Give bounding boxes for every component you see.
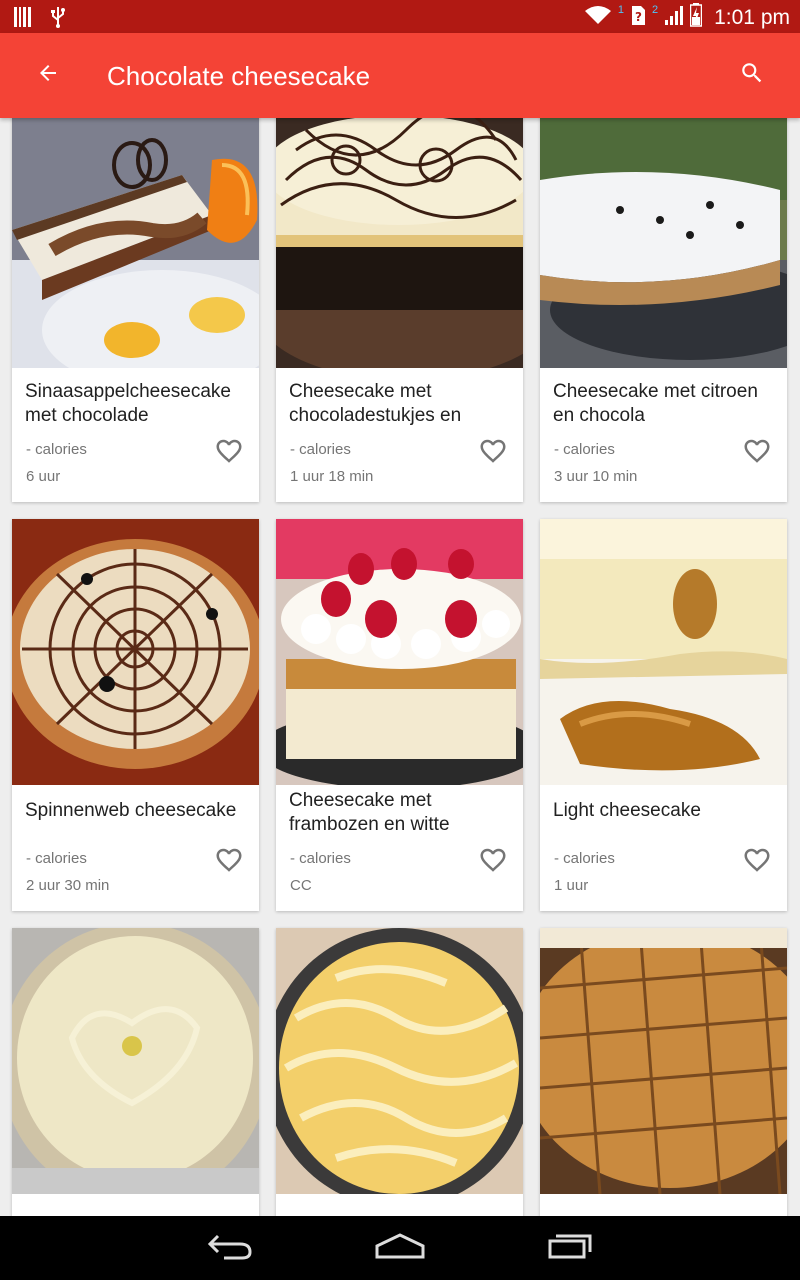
recipe-card[interactable]	[540, 928, 787, 1216]
recipe-title: Cheesecake met citroen en chocola	[553, 381, 758, 426]
recipe-title: Light cheesecake	[553, 800, 701, 821]
app-bar: Chocolate cheesecake	[0, 33, 800, 118]
recipe-time: 1 uur	[554, 877, 589, 894]
usb-icon	[50, 6, 66, 33]
recipe-calories: - calories	[26, 441, 87, 458]
nav-back-button[interactable]	[200, 1228, 260, 1268]
sim2-badge: 2	[651, 4, 659, 16]
recipe-image	[12, 928, 259, 1194]
sim-unknown-icon: ?	[630, 4, 646, 31]
heart-outline-icon	[478, 845, 508, 880]
heart-outline-icon	[214, 845, 244, 880]
svg-text:?: ?	[635, 10, 642, 24]
heart-outline-icon	[478, 436, 508, 471]
search-button[interactable]	[728, 53, 776, 97]
barcode-icon	[14, 7, 32, 32]
back-button[interactable]	[24, 55, 72, 95]
recipe-time: 2 uur 30 min	[26, 877, 110, 894]
nav-back-icon	[206, 1232, 254, 1265]
recipe-title: Cheesecake met frambozen en witte	[289, 790, 450, 835]
recipe-card[interactable]: Cheesecake met chocoladestukjes en - cal…	[276, 118, 523, 502]
recipe-card[interactable]	[276, 928, 523, 1216]
status-bar: 1 ? 2 1:01 pm	[0, 0, 800, 33]
recipe-card[interactable]: Sinaasappelcheesecake met chocolade - ca…	[12, 118, 259, 502]
recipe-card[interactable]	[12, 928, 259, 1216]
page-title: Chocolate cheesecake	[107, 61, 371, 91]
heart-outline-icon	[214, 436, 244, 471]
favorite-button[interactable]	[741, 846, 773, 878]
recipe-time: 1 uur 18 min	[290, 468, 374, 485]
recipe-calories: - calories	[290, 441, 351, 458]
recipe-card[interactable]: Light cheesecake - calories 1 uur	[540, 519, 787, 911]
search-icon	[739, 60, 765, 91]
cell-signal-icon	[664, 4, 684, 31]
recipe-title: Spinnenweb cheesecake	[25, 800, 237, 821]
heart-outline-icon	[742, 845, 772, 880]
nav-home-button[interactable]	[370, 1228, 430, 1268]
heart-outline-icon	[742, 436, 772, 471]
favorite-button[interactable]	[477, 437, 509, 469]
recipe-card[interactable]: Spinnenweb cheesecake - calories 2 uur 3…	[12, 519, 259, 911]
battery-charging-icon	[689, 3, 703, 32]
recipe-image	[276, 118, 523, 368]
recipe-time: 6 uur	[26, 468, 61, 485]
favorite-button[interactable]	[741, 437, 773, 469]
favorite-button[interactable]	[213, 846, 245, 878]
recipe-card[interactable]: Cheesecake met citroen en chocola - calo…	[540, 118, 787, 502]
wifi-icon	[584, 4, 612, 31]
recipe-image	[540, 928, 787, 1194]
recipe-calories: - calories	[26, 850, 87, 867]
recipe-title: Sinaasappelcheesecake met chocolade	[25, 381, 231, 426]
recipe-card[interactable]: Cheesecake met frambozen en witte - calo…	[276, 519, 523, 911]
recipe-time: 3 uur 10 min	[554, 468, 638, 485]
recipe-calories: - calories	[554, 850, 615, 867]
favorite-button[interactable]	[213, 437, 245, 469]
recipe-calories: - calories	[554, 441, 615, 458]
recipe-calories: - calories	[290, 850, 351, 867]
recipe-title: Cheesecake met chocoladestukjes en	[289, 381, 462, 426]
recipe-time: CC	[290, 877, 312, 894]
recipe-image	[276, 928, 523, 1194]
recipe-image	[540, 519, 787, 785]
nav-home-icon	[374, 1232, 426, 1265]
recipe-image	[12, 519, 259, 785]
recipe-image	[12, 118, 259, 368]
nav-recents-icon	[546, 1232, 594, 1265]
recipe-image	[540, 118, 787, 368]
recipe-list[interactable]: Sinaasappelcheesecake met chocolade - ca…	[0, 118, 800, 1216]
status-time: 1:01 pm	[714, 5, 790, 29]
recipe-image	[276, 519, 523, 785]
arrow-back-icon	[36, 61, 60, 90]
favorite-button[interactable]	[477, 846, 509, 878]
sim1-badge: 1	[617, 4, 624, 16]
nav-recents-button[interactable]	[540, 1228, 600, 1268]
navigation-bar	[0, 1216, 800, 1280]
